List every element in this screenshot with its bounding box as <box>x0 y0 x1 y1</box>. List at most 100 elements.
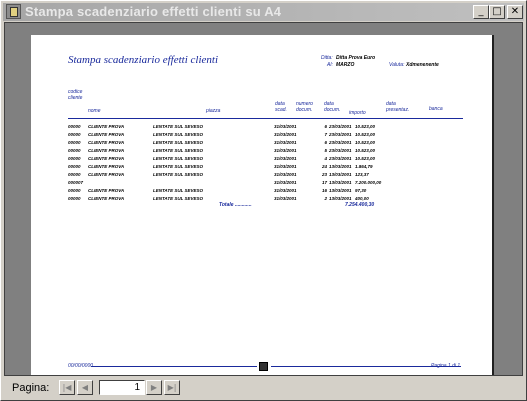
row-name: CLIENTE PROVA <box>88 196 125 201</box>
row-scad-date: 31/03/2001 <box>274 180 297 185</box>
row-code: 00000 <box>68 172 81 177</box>
row-doc-date: 23/03/2001 <box>329 132 352 137</box>
row-doc-number: 7 <box>324 132 327 137</box>
row-code: 00000 <box>68 188 81 193</box>
row-code: 00000 <box>68 148 81 153</box>
row-place: LENTATE SUL SEVESO <box>153 140 204 145</box>
row-place: LENTATE SUL SEVESO <box>153 164 204 169</box>
row-code: 00000 <box>68 196 81 201</box>
row-code: 00000 <box>68 156 81 161</box>
row-doc-date: 23/03/2001 <box>329 140 352 145</box>
row-scad-date: 31/03/2001 <box>274 148 297 153</box>
previous-page-button[interactable]: ◀ <box>77 380 93 395</box>
report-page: Stampa scadenziario effetti clienti Ditt… <box>31 35 494 375</box>
row-place: LENTATE SUL SEVESO <box>153 132 204 137</box>
row-name: CLIENTE PROVA <box>88 140 125 145</box>
row-doc-number: 23 <box>321 172 327 177</box>
report-viewport[interactable]: Stampa scadenziario effetti clienti Ditt… <box>4 22 523 376</box>
row-doc-number: 5 <box>324 148 327 153</box>
header-data-scad: data scad. <box>275 101 287 113</box>
row-doc-number: 6 <box>324 124 327 129</box>
total-label: Totale ............ <box>219 202 252 208</box>
row-name: CLIENTE PROVA <box>88 164 125 169</box>
row-scad-date: 31/03/2001 <box>274 132 297 137</box>
app-icon <box>6 4 21 19</box>
row-doc-number: 6 <box>324 140 327 145</box>
row-doc-number: 2 <box>324 196 327 201</box>
header-piazza: piazza <box>206 108 221 114</box>
row-amount: 10.523,00 <box>355 148 376 153</box>
close-button[interactable]: ✕ <box>507 5 523 19</box>
header-importo: importo <box>349 110 366 116</box>
header-data-presentaz: data presentaz. <box>386 101 410 113</box>
maximize-button[interactable]: □ <box>489 5 505 19</box>
row-scad-date: 31/03/2001 <box>274 164 297 169</box>
row-code: 00000 <box>68 132 81 137</box>
row-code: 00000 <box>68 124 81 129</box>
row-scad-date: 31/03/2001 <box>274 156 297 161</box>
row-name: CLIENTE PROVA <box>88 132 125 137</box>
row-doc-date: 23/03/2001 <box>329 124 352 129</box>
footer-logo-icon <box>259 362 268 371</box>
row-scad-date: 31/03/2001 <box>274 140 297 145</box>
footer-page-count: Pagina 1 di 1 <box>431 363 461 369</box>
row-amount: 10.523,00 <box>355 124 376 129</box>
row-name: CLIENTE PROVA <box>88 148 125 153</box>
valuta-label: Valuta: <box>389 62 405 68</box>
header-banca: banca <box>429 106 443 112</box>
row-doc-date: 13/03/2001 <box>329 196 352 201</box>
row-doc-date: 23/03/2001 <box>329 148 352 153</box>
row-name: CLIENTE PROVA <box>88 156 125 161</box>
total-value: 7.254.400,30 <box>345 202 375 208</box>
al-value: MARZO <box>336 62 355 68</box>
navigation-bar: Pagina: |◀ ◀ 1 ▶ ▶| <box>3 377 524 399</box>
header-data-docum: data docum. <box>324 101 341 113</box>
next-page-button[interactable]: ▶ <box>146 380 162 395</box>
row-doc-date: 23/03/2001 <box>329 156 352 161</box>
row-scad-date: 31/03/2001 <box>274 188 297 193</box>
page-label: Pagina: <box>12 382 50 394</box>
horizontal-scroll-area[interactable] <box>198 380 524 397</box>
header-nome: nome <box>88 108 101 114</box>
minimize-button[interactable]: _ <box>473 5 489 19</box>
row-place: LENTATE SUL SEVESO <box>153 156 204 161</box>
page-number-input[interactable]: 1 <box>99 380 145 395</box>
row-amount: 97,30 <box>355 188 367 193</box>
first-page-button[interactable]: |◀ <box>59 380 75 395</box>
row-amount: 10.523,00 <box>355 140 376 145</box>
valuta-value: Xdmenenente <box>406 62 439 68</box>
report-preview-window: Stampa scadenziario effetti clienti su A… <box>0 0 527 401</box>
row-doc-date: 13/03/2001 <box>329 188 352 193</box>
row-doc-number: 16 <box>321 188 327 193</box>
row-scad-date: 31/03/2001 <box>274 172 297 177</box>
row-doc-number: 4 <box>324 156 327 161</box>
row-amount: 1.864,79 <box>355 164 373 169</box>
row-amount: 123,37 <box>355 172 369 177</box>
row-code: 000007 <box>68 180 84 185</box>
row-amount: 7.200.000,00 <box>355 180 382 185</box>
row-amount: 10.523,00 <box>355 156 376 161</box>
header-codice-cliente: codice cliente <box>68 89 83 101</box>
row-place: LENTATE SUL SEVESO <box>153 172 204 177</box>
row-code: 00000 <box>68 140 81 145</box>
ditta-value: Ditta Prova Euro <box>336 55 376 61</box>
al-label: Al: <box>327 62 333 68</box>
row-scad-date: 31/03/2001 <box>274 196 297 201</box>
last-page-button[interactable]: ▶| <box>164 380 180 395</box>
row-name: CLIENTE PROVA <box>88 172 125 177</box>
footer-rule-left <box>91 366 257 367</box>
report-title: Stampa scadenziario effetti clienti <box>68 54 219 66</box>
row-doc-date: 13/03/2001 <box>329 172 352 177</box>
row-name: CLIENTE PROVA <box>88 188 125 193</box>
row-place: LENTATE SUL SEVESO <box>153 124 204 129</box>
row-place: LENTATE SUL SEVESO <box>153 196 204 201</box>
window-title: Stampa scadenziario effetti clienti su A… <box>25 4 282 19</box>
row-doc-number: 17 <box>321 180 327 185</box>
ditta-label: Ditta: <box>321 55 333 61</box>
row-place: LENTATE SUL SEVESO <box>153 188 204 193</box>
row-amount: 10.523,00 <box>355 132 376 137</box>
row-doc-date: 13/03/2001 <box>329 180 352 185</box>
row-place: LENTATE SUL SEVESO <box>153 148 204 153</box>
title-bar[interactable]: Stampa scadenziario effetti clienti su A… <box>3 3 524 21</box>
header-rule <box>68 118 463 119</box>
